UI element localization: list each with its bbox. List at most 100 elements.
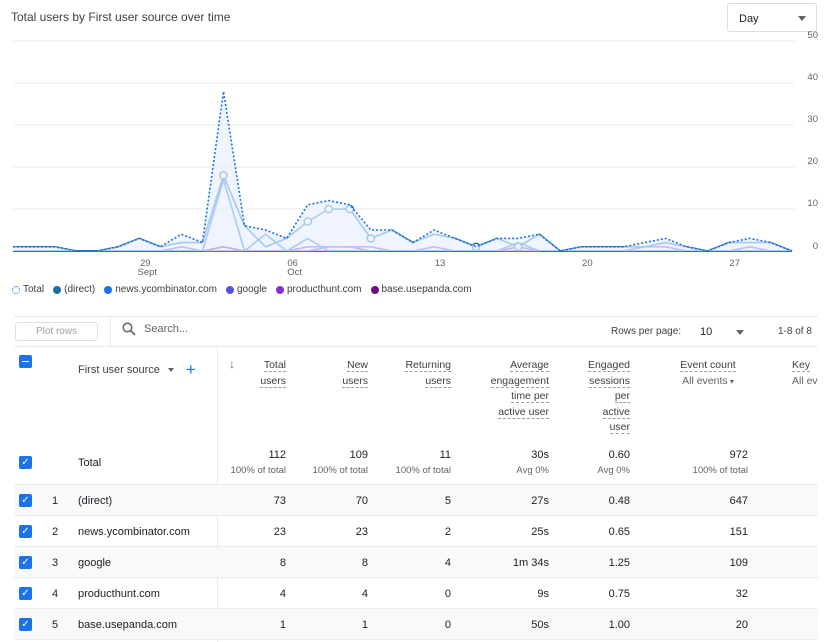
metric-cell: 27s (531, 495, 549, 507)
legend-item[interactable]: Total (12, 284, 44, 295)
metric-cell: 0 (444, 619, 451, 631)
legend-item[interactable]: producthunt.com (276, 284, 362, 295)
row-number: 4 (52, 588, 59, 600)
select-all-checkbox[interactable] (19, 355, 32, 368)
legend-dot-icon (225, 285, 234, 294)
column-header-text: per (614, 390, 630, 403)
row-checkbox[interactable]: ✓ (19, 556, 32, 569)
column-header-text: active user (498, 405, 549, 419)
metric-cell: 8 (279, 557, 286, 569)
sort-descending-icon[interactable]: ↓ (229, 357, 235, 371)
legend-item[interactable]: news.ycombinator.com (104, 284, 217, 295)
divider (110, 316, 111, 346)
legend-label: Total (23, 284, 45, 295)
column-header-text: sessions (589, 374, 630, 388)
column-header-text: Average (510, 359, 549, 372)
column-header[interactable]: New users (342, 358, 368, 389)
legend-item[interactable]: google (225, 284, 267, 295)
x-tick-label: 20 (582, 258, 593, 269)
add-dimension-icon[interactable]: + (186, 360, 196, 380)
event-filter-dropdown[interactable]: All ev (792, 374, 818, 390)
column-header-text: Engaged (587, 359, 630, 372)
column-header[interactable]: Returning users (405, 358, 451, 389)
column-header[interactable]: Engaged sessions per active user (587, 358, 630, 436)
column-header[interactable]: Total users (260, 358, 286, 389)
series-line-total (13, 91, 793, 252)
plot-rows-button[interactable]: Plot rows (15, 322, 98, 341)
series-area-total (13, 91, 792, 252)
granularity-dropdown[interactable]: Day (727, 3, 817, 32)
source-name: google (78, 557, 112, 569)
metric-subtext: Avg 0% (597, 465, 630, 476)
x-tick-sublabel: Oct (287, 267, 302, 278)
row-checkbox[interactable]: ✓ (19, 456, 32, 469)
metric-cell: 25s (531, 526, 549, 538)
metric-cell: 0 (444, 588, 451, 600)
metric-cell: 109 (729, 557, 748, 569)
totals-label: Total (78, 457, 102, 469)
metric-cell: 9s (537, 588, 549, 600)
metric-cell: 23 (273, 526, 286, 538)
event-filter-dropdown[interactable]: All events ▾ (660, 374, 756, 390)
caret-down-icon[interactable] (167, 368, 174, 372)
source-name: producthunt.com (78, 588, 160, 600)
totals-row: ✓ Total 112 109 11 30s 0.60 972 100% of total 100… (14, 440, 818, 485)
row-checkbox[interactable]: ✓ (19, 494, 32, 507)
column-header[interactable]: Average engagement time per active user (490, 358, 549, 420)
metric-cell: 30s (531, 449, 549, 461)
metric-cell: 112 (268, 449, 286, 461)
search-icon (122, 322, 136, 336)
event-filter-value: All events (682, 374, 728, 387)
column-header[interactable]: Event count All events ▾ (660, 358, 756, 389)
metric-cell: 50s (531, 619, 549, 631)
metric-cell: 23 (355, 526, 368, 538)
row-checkbox[interactable]: ✓ (19, 587, 32, 600)
column-header-text: users (342, 374, 368, 388)
metric-cell: 32 (735, 588, 748, 600)
metric-cell: 5 (444, 495, 451, 507)
legend-dot-icon (370, 285, 379, 294)
metric-cell: 8 (361, 557, 368, 569)
metric-subtext: Avg 0% (516, 465, 549, 476)
chart-legend: Total (direct) news.ycombinator.com google p… (12, 284, 472, 295)
table-row[interactable]: ✓ 5 base.usepanda.com 1 1 0 50s 1.00 20 (14, 609, 818, 640)
legend-item[interactable]: (direct) (53, 284, 95, 295)
metric-cell: 1 (361, 619, 368, 631)
row-checkbox[interactable]: ✓ (19, 525, 32, 538)
search-input[interactable]: Search... (122, 322, 188, 336)
rows-per-page-label: Rows per page: (611, 326, 682, 337)
table-row[interactable]: ✓ 2 news.ycombinator.com 23 23 2 25s 0.65 151 (14, 516, 818, 547)
line-chart: 0102030405029Sept06Oct13 20 27 (13, 30, 818, 278)
dimension-selector[interactable]: First user source (78, 364, 160, 376)
column-header-text: users (260, 374, 286, 388)
metric-subtext: 100% of total (395, 465, 451, 476)
row-number: 5 (52, 619, 59, 631)
metric-cell: 0.75 (608, 588, 630, 600)
column-header-text: user (609, 421, 630, 434)
column-header-text: Total (263, 359, 286, 372)
table-row[interactable]: ✓ 3 google 8 8 4 1m 34s 1.25 109 (14, 547, 818, 578)
table-row[interactable]: ✓ 1 (direct) 73 70 5 27s 0.48 647 (14, 485, 818, 516)
row-number: 1 (52, 495, 59, 507)
table-row[interactable]: ✓ 4 producthunt.com 4 4 0 9s 0.75 32 (14, 578, 818, 609)
source-name: news.ycombinator.com (78, 526, 190, 538)
column-header-text: Returning (405, 359, 451, 372)
metric-cell: 0.65 (608, 526, 630, 538)
metric-cell: 1.00 (608, 619, 630, 631)
legend-dot-icon (53, 285, 62, 294)
legend-item[interactable]: base.usepanda.com (370, 284, 472, 295)
y-tick-label: 10 (807, 198, 818, 209)
column-header-text: active (602, 405, 630, 419)
metric-subtext: 100% of total (312, 465, 368, 476)
row-checkbox[interactable]: ✓ (19, 618, 32, 631)
column-header-text: engagement (490, 374, 549, 388)
rows-per-page-select[interactable]: 10 (700, 326, 712, 338)
row-number: 3 (52, 557, 59, 569)
dotted-circle-icon (12, 285, 20, 294)
metric-cell: 0.48 (608, 495, 630, 507)
column-header[interactable]: Key All ev (792, 358, 818, 389)
chevron-down-icon[interactable] (736, 330, 744, 335)
divider (14, 316, 818, 317)
y-tick-label: 40 (807, 72, 818, 83)
legend-label: google (236, 284, 267, 295)
